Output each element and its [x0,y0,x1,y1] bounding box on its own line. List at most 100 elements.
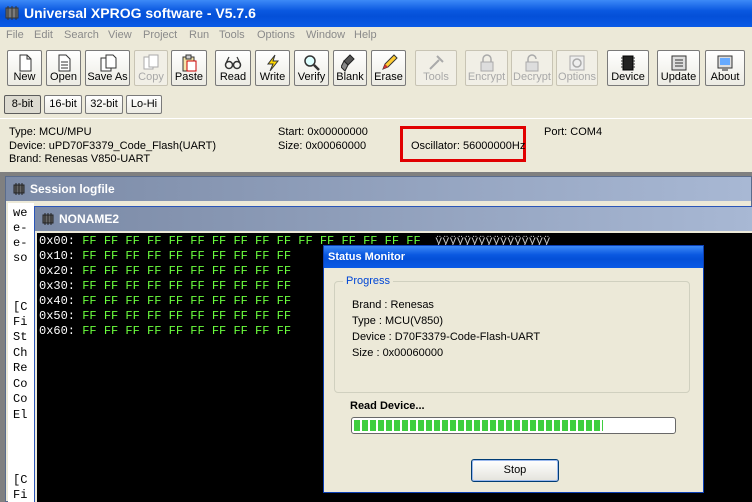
menu-view[interactable]: View [108,29,132,41]
menu-run[interactable]: Run [189,29,209,41]
status-monitor-title: Status Monitor [328,251,405,263]
status-device: Device : D70F3379-Code-Flash-UART [352,331,541,343]
read-button[interactable]: Read [215,50,251,86]
log-line: e- [13,221,28,235]
menu-bar: File Edit Search View Project Run Tools … [0,27,752,45]
menu-project[interactable]: Project [143,29,177,41]
app-chip-icon [5,6,19,20]
encrypt-button[interactable]: Encrypt [465,50,508,86]
log-line: Re [13,361,28,375]
hex-window-title-bar[interactable]: NONAME2 [35,207,752,231]
session-title-bar[interactable]: Session logfile [6,177,751,201]
update-icon [671,55,686,71]
tools-button[interactable]: Tools [415,50,457,86]
session-title: Session logfile [30,182,115,196]
about-button[interactable]: About [705,50,745,86]
status-monitor-title-bar[interactable]: Status Monitor [324,246,703,268]
save-as-icon [100,54,116,72]
menu-help[interactable]: Help [354,29,377,41]
erase-button[interactable]: Erase [371,50,406,86]
open-file-icon [58,54,70,72]
update-button[interactable]: Update [657,50,700,86]
hex-row: 0x50: FF FF FF FF FF FF FF FF FF FF [39,309,292,323]
menu-window[interactable]: Window [306,29,345,41]
log-line: [C [13,473,28,487]
menu-tools[interactable]: Tools [219,29,245,41]
log-line: Fi [13,315,28,329]
bit-16-button[interactable]: 16-bit [44,95,82,114]
log-line: Fi [13,488,28,502]
new-file-icon [19,54,31,72]
read-progress-bar [351,417,676,434]
bit-32-button[interactable]: 32-bit [85,95,123,114]
bit-mode-bar: 8-bit 16-bit 32-bit Lo-Hi [0,93,752,117]
hex-row: 0x30: FF FF FF FF FF FF FF FF FF FF [39,279,292,293]
read-device-label: Read Device... [350,400,425,412]
info-oscillator: Oscillator: 56000000Hz [411,140,526,152]
read-glasses-icon [224,56,242,70]
paste-button[interactable]: Paste [171,50,207,86]
lo-hi-button[interactable]: Lo-Hi [126,95,162,114]
menu-options[interactable]: Options [257,29,295,41]
log-line: Ch [13,346,28,360]
decrypt-button[interactable]: Decrypt [511,50,553,86]
info-start: Start: 0x00000000 [278,126,368,138]
blank-button[interactable]: Blank [333,50,367,86]
log-line: e- [13,236,28,250]
log-line: we [13,206,28,220]
new-button[interactable]: New [7,50,42,86]
device-chip-icon [621,55,635,71]
status-size: Size : 0x00060000 [352,347,444,359]
info-type: Type: MCU/MPU [9,126,92,138]
window-chip-icon [42,213,54,225]
options-button[interactable]: Options [556,50,598,86]
hex-window-title: NONAME2 [59,212,120,226]
erase-pencil-icon [381,54,398,70]
copy-button[interactable]: Copy [134,50,168,86]
hex-row: 0x60: FF FF FF FF FF FF FF FF FF FF [39,324,292,338]
log-line: Co [13,392,28,406]
info-port: Port: COM4 [544,126,603,138]
bit-8-button[interactable]: 8-bit [4,95,41,114]
verify-button[interactable]: Verify [294,50,329,86]
save-as-button[interactable]: Save As [85,50,130,86]
log-line: so [13,251,28,265]
encrypt-lock-icon [480,54,493,72]
session-log-text[interactable]: we e- e- so [C Fi St Ch Re Co Co El [C F… [8,203,34,502]
log-line: El [13,408,28,422]
menu-edit[interactable]: Edit [34,29,53,41]
toolbar: New Open Save As Copy Paste Read Write V… [0,46,752,90]
log-line: [C [13,300,28,314]
app-title-bar[interactable]: Universal XPROG software - V5.7.6 [0,0,752,27]
open-button[interactable]: Open [46,50,81,86]
info-brand: Brand: Renesas V850-UART [9,153,151,165]
log-line: St [13,330,28,344]
status-brand: Brand : Renesas [352,299,434,311]
menu-file[interactable]: File [6,29,24,41]
stop-button[interactable]: Stop [471,459,559,482]
decrypt-lock-icon [525,54,539,72]
log-line: Co [13,377,28,391]
hex-row: 0x10: FF FF FF FF FF FF FF FF FF FF [39,249,292,263]
hex-row: 0x40: FF FF FF FF FF FF FF FF FF FF [39,294,292,308]
about-icon [717,55,733,71]
write-button[interactable]: Write [255,50,290,86]
write-lightning-icon [266,54,279,72]
window-chip-icon [13,183,25,195]
info-size: Size: 0x00060000 [278,140,367,152]
read-progress-fill [354,420,603,431]
hex-row: 0x20: FF FF FF FF FF FF FF FF FF FF [39,264,292,278]
paste-icon [182,54,197,72]
options-icon [569,55,585,71]
info-device: Device: uPD70F3379_Code_Flash(UART) [9,140,217,152]
verify-magnifier-icon [303,55,320,71]
status-monitor-dialog[interactable]: Status Monitor Progress Brand : Renesas … [323,245,704,493]
progress-group-label: Progress [343,275,394,287]
copy-icon [143,54,159,70]
menu-search[interactable]: Search [64,29,99,41]
device-info-panel: Type: MCU/MPU Device: uPD70F3379_Code_Fl… [0,118,752,170]
status-type: Type : MCU(V850) [352,315,444,327]
device-button[interactable]: Device [607,50,649,86]
blank-brush-icon [341,54,355,72]
tools-icon [429,55,444,70]
